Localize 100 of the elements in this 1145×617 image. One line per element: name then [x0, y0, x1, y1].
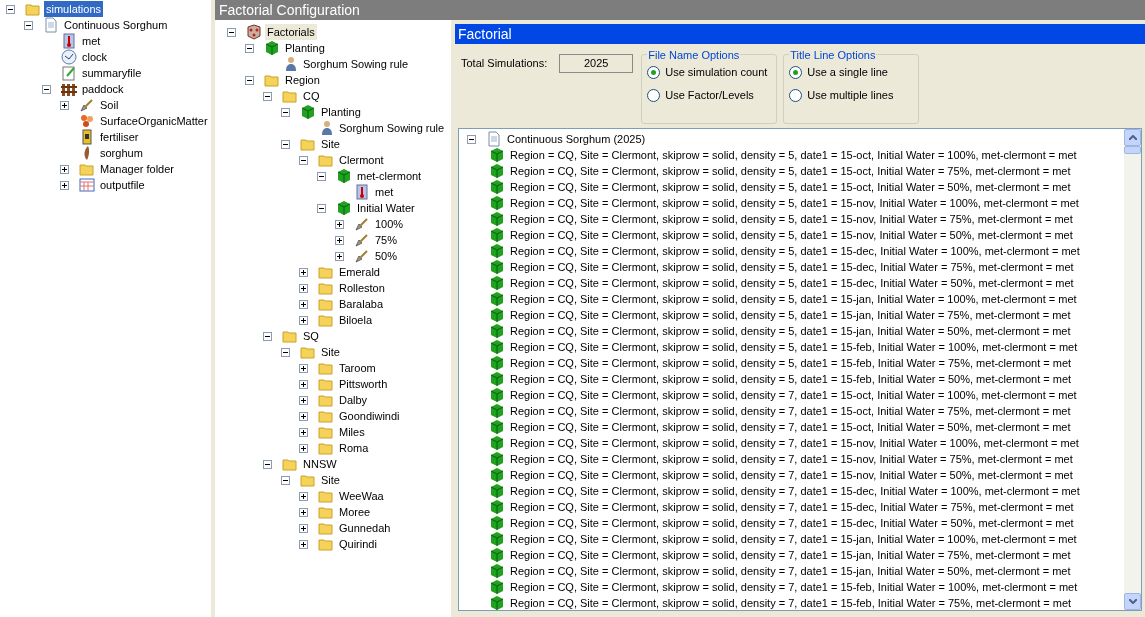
tree-item[interactable]: Moree [337, 504, 373, 520]
simulation-item[interactable]: Region = CQ, Site = Clermont, skiprow = solid, density = 5, date1 = 15-dec, Initial Water = 100%, met-clermont = met [508, 242, 1082, 260]
simulation-item[interactable]: Region = CQ, Site = Clermont, skiprow = solid, density = 5, date1 = 15-feb, Initial Water = 75%, met-clermont = met [508, 354, 1074, 372]
simulation-item[interactable]: Region = CQ, Site = Clermont, skiprow = solid, density = 7, date1 = 15-oct, Initial Water = 50%, met-clermont = met [508, 418, 1073, 436]
expand-toggle[interactable] [335, 251, 344, 261]
tree-item[interactable]: Initial Water [355, 200, 417, 216]
collapse-toggle[interactable] [263, 91, 272, 101]
tree-item[interactable]: Continuous Sorghum [62, 17, 170, 33]
tree-item[interactable]: Factorials [265, 24, 317, 40]
scroll-thumb[interactable] [1124, 146, 1141, 154]
tree-item[interactable]: Planting [319, 104, 363, 120]
expand-toggle[interactable] [299, 507, 308, 517]
tree-item[interactable]: 100% [373, 216, 406, 232]
tree-item[interactable]: Taroom [337, 360, 378, 376]
expand-toggle[interactable] [299, 267, 308, 277]
collapse-toggle[interactable] [467, 134, 476, 144]
tree-item[interactable]: Manager folder [98, 161, 176, 177]
tree-item[interactable]: Sorghum Sowing rule [301, 56, 411, 72]
collapse-toggle[interactable] [263, 459, 272, 469]
collapse-toggle[interactable] [245, 75, 254, 85]
tree-item[interactable]: WeeWaa [337, 488, 386, 504]
tree-item[interactable]: Emerald [337, 264, 382, 280]
tree-item[interactable]: Baralaba [337, 296, 386, 312]
simulation-item[interactable]: Region = CQ, Site = Clermont, skiprow = solid, density = 7, date1 = 15-oct, Initial Water = 100%, met-clermont = met [508, 386, 1079, 404]
expand-toggle[interactable] [299, 427, 308, 437]
collapse-toggle[interactable] [281, 347, 290, 357]
expand-toggle[interactable] [60, 164, 69, 174]
simulation-item[interactable]: Region = CQ, Site = Clermont, skiprow = solid, density = 5, date1 = 15-jan, Initial Water = 75%, met-clermont = met [508, 306, 1073, 324]
tree-item[interactable]: Quirindi [337, 536, 379, 552]
simulation-item[interactable]: Region = CQ, Site = Clermont, skiprow = solid, density = 5, date1 = 15-jan, Initial Water = 100%, met-clermont = met [508, 290, 1079, 308]
simulation-item[interactable]: Region = CQ, Site = Clermont, skiprow = solid, density = 5, date1 = 15-nov, Initial Water = 50%, met-clermont = met [508, 226, 1075, 244]
tree-item[interactable]: 50% [373, 248, 400, 264]
tree-item[interactable]: fertiliser [98, 129, 141, 145]
simulation-item[interactable]: Region = CQ, Site = Clermont, skiprow = solid, density = 7, date1 = 15-dec, Initial Water = 50%, met-clermont = met [508, 514, 1076, 532]
radio-button[interactable] [647, 66, 661, 79]
collapse-toggle[interactable] [281, 139, 290, 149]
expand-toggle[interactable] [299, 315, 308, 325]
tree-item[interactable]: Continuous Sorghum (2025) [505, 130, 648, 148]
collapse-toggle[interactable] [227, 27, 236, 37]
expand-toggle[interactable] [299, 363, 308, 373]
scrollbar[interactable] [1124, 129, 1141, 610]
expand-toggle[interactable] [299, 411, 308, 421]
simulation-item[interactable]: Region = CQ, Site = Clermont, skiprow = solid, density = 7, date1 = 15-jan, Initial Water = 75%, met-clermont = met [508, 546, 1073, 564]
tree-item[interactable]: simulations [44, 1, 104, 17]
simulation-item[interactable]: Region = CQ, Site = Clermont, skiprow = solid, density = 7, date1 = 15-jan, Initial Water = 50%, met-clermont = met [508, 562, 1073, 580]
simulation-item[interactable]: Region = CQ, Site = Clermont, skiprow = solid, density = 5, date1 = 15-nov, Initial Water = 100%, met-clermont = met [508, 194, 1081, 212]
simulation-item[interactable]: Region = CQ, Site = Clermont, skiprow = solid, density = 7, date1 = 15-oct, Initial Water = 75%, met-clermont = met [508, 402, 1073, 420]
tree-item[interactable]: Planting [283, 40, 327, 56]
expand-toggle[interactable] [335, 219, 344, 229]
simulation-item[interactable]: Region = CQ, Site = Clermont, skiprow = solid, density = 5, date1 = 15-dec, Initial Water = 75%, met-clermont = met [508, 258, 1076, 276]
tree-item[interactable]: met [80, 33, 103, 49]
tree-item[interactable]: CQ [301, 88, 322, 104]
tree-item[interactable]: Clermont [337, 152, 386, 168]
tree-item[interactable]: paddock [80, 81, 126, 97]
expand-toggle[interactable] [299, 523, 308, 533]
expand-toggle[interactable] [299, 539, 308, 549]
collapse-toggle[interactable] [299, 155, 308, 165]
simulation-item[interactable]: Region = CQ, Site = Clermont, skiprow = solid, density = 7, date1 = 15-nov, Initial Water = 100%, met-clermont = met [508, 434, 1081, 452]
expand-toggle[interactable] [60, 180, 69, 190]
collapse-toggle[interactable] [317, 203, 326, 213]
tree-item[interactable]: Miles [337, 424, 367, 440]
simulation-item[interactable]: Region = CQ, Site = Clermont, skiprow = solid, density = 7, date1 = 15-feb, Initial Water = 100%, met-clermont = met [508, 578, 1080, 596]
radio-button[interactable] [789, 66, 803, 79]
tree-item[interactable]: Biloela [337, 312, 375, 328]
tree-item[interactable]: Site [319, 344, 342, 360]
tree-item[interactable]: Pittsworth [337, 376, 390, 392]
tree-item[interactable]: sorghum [98, 145, 145, 161]
simulation-item[interactable]: Region = CQ, Site = Clermont, skiprow = solid, density = 7, date1 = 15-feb, Initial Water = 75%, met-clermont = met [508, 594, 1074, 610]
expand-toggle[interactable] [299, 299, 308, 309]
tree-item[interactable]: Site [319, 472, 342, 488]
expand-toggle[interactable] [299, 395, 308, 405]
expand-toggle[interactable] [335, 235, 344, 245]
expand-toggle[interactable] [299, 379, 308, 389]
simulation-item[interactable]: Region = CQ, Site = Clermont, skiprow = solid, density = 7, date1 = 15-nov, Initial Water = 75%, met-clermont = met [508, 450, 1075, 468]
simulation-item[interactable]: Region = CQ, Site = Clermont, skiprow = solid, density = 7, date1 = 15-jan, Initial Water = 100%, met-clermont = met [508, 530, 1079, 548]
tree-item[interactable]: clock [80, 49, 110, 65]
radio-button[interactable] [789, 89, 803, 102]
tree-item[interactable]: 75% [373, 232, 400, 248]
simulation-item[interactable]: Region = CQ, Site = Clermont, skiprow = solid, density = 5, date1 = 15-dec, Initial Water = 50%, met-clermont = met [508, 274, 1076, 292]
simulation-item[interactable]: Region = CQ, Site = Clermont, skiprow = solid, density = 7, date1 = 15-dec, Initial Water = 75%, met-clermont = met [508, 498, 1076, 516]
simulation-item[interactable]: Region = CQ, Site = Clermont, skiprow = solid, density = 5, date1 = 15-nov, Initial Water = 75%, met-clermont = met [508, 210, 1075, 228]
tree-item[interactable]: met-clermont [355, 168, 424, 184]
expand-toggle[interactable] [299, 283, 308, 293]
tree-item[interactable]: SQ [301, 328, 321, 344]
collapse-toggle[interactable] [263, 331, 272, 341]
collapse-toggle[interactable] [281, 107, 290, 117]
tree-item[interactable]: met [373, 184, 396, 200]
collapse-toggle[interactable] [245, 43, 254, 53]
collapse-toggle[interactable] [6, 4, 15, 14]
tree-item[interactable]: SurfaceOrganicMatter [98, 113, 210, 129]
simulation-item[interactable]: Region = CQ, Site = Clermont, skiprow = solid, density = 5, date1 = 15-oct, Initial Water = 50%, met-clermont = met [508, 178, 1073, 196]
simulation-item[interactable]: Region = CQ, Site = Clermont, skiprow = solid, density = 5, date1 = 15-feb, Initial Water = 100%, met-clermont = met [508, 338, 1080, 356]
tree-item[interactable]: Sorghum Sowing rule [337, 120, 447, 136]
tree-item[interactable]: Roma [337, 440, 371, 456]
simulation-item[interactable]: Region = CQ, Site = Clermont, skiprow = solid, density = 5, date1 = 15-jan, Initial Water = 50%, met-clermont = met [508, 322, 1073, 340]
tree-item[interactable]: Soil [98, 97, 121, 113]
tree-item[interactable]: Gunnedah [337, 520, 393, 536]
tree-item[interactable]: outputfile [98, 177, 147, 193]
radio-button[interactable] [647, 89, 661, 102]
simulation-item[interactable]: Region = CQ, Site = Clermont, skiprow = solid, density = 5, date1 = 15-oct, Initial Water = 100%, met-clermont = met [508, 146, 1079, 164]
